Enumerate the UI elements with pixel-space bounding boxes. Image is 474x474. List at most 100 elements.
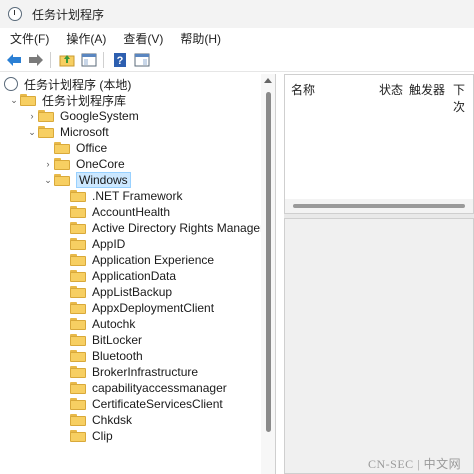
tree-item[interactable]: Clip xyxy=(58,428,113,444)
tree-vertical-scrollbar[interactable] xyxy=(261,74,275,474)
chevron-right-icon[interactable]: › xyxy=(26,110,38,122)
chevron-down-icon[interactable]: ⌄ xyxy=(8,94,20,106)
tree-library-label: 任务计划程序库 xyxy=(42,93,127,108)
tree-item-label: AccountHealth xyxy=(92,205,171,219)
folder-icon xyxy=(70,270,86,282)
column-header-status[interactable]: 状态 xyxy=(379,81,403,98)
forward-button[interactable] xyxy=(26,50,46,70)
tree-item[interactable]: .NET Framework xyxy=(58,188,182,204)
folder-icon xyxy=(38,110,54,122)
tree-item[interactable]: ApplicationData xyxy=(58,268,176,284)
tree-item-label: Bluetooth xyxy=(92,349,143,363)
tree-item[interactable]: ⌄ Windows xyxy=(42,172,131,188)
console-tree-icon xyxy=(81,53,97,66)
scroll-up-arrow-icon[interactable] xyxy=(264,78,272,83)
watermark: CN-SEC | 中文网 xyxy=(368,457,462,471)
tree-item[interactable]: AppxDeploymentClient xyxy=(58,300,214,316)
tree-item[interactable]: › GoogleSystem xyxy=(26,108,139,124)
tree-item[interactable]: AppID xyxy=(58,236,125,252)
folder-icon xyxy=(70,430,86,442)
help-icon: ? xyxy=(114,52,126,67)
column-header-next-run[interactable]: 下次 xyxy=(453,81,473,115)
menu-help[interactable]: 帮助(H) xyxy=(173,30,228,47)
tree-item-label: AppxDeploymentClient xyxy=(92,301,215,315)
show-hide-console-tree-button[interactable] xyxy=(79,50,99,70)
clock-icon xyxy=(4,77,18,91)
tree-item[interactable]: CertificateServicesClient xyxy=(58,396,223,412)
folder-up-icon xyxy=(59,54,75,66)
tree-item-label: Clip xyxy=(92,429,113,443)
tree-item[interactable]: Office xyxy=(42,140,107,156)
tree-item[interactable]: › OneCore xyxy=(42,156,125,172)
tree-root-label: 任务计划程序 (本地) xyxy=(24,77,132,92)
tree-item[interactable]: Active Directory Rights Management xyxy=(58,220,276,236)
tree-item[interactable]: Application Experience xyxy=(58,252,214,268)
toolbar-separator xyxy=(50,51,51,68)
tree-library[interactable]: ⌄ 任务计划程序库 xyxy=(8,92,126,108)
folder-icon xyxy=(70,254,86,266)
up-folder-button[interactable] xyxy=(57,50,77,70)
folder-icon xyxy=(38,126,54,138)
tree-item-label: ApplicationData xyxy=(92,269,177,283)
menu-bar: 文件(F) 操作(A) 查看(V) 帮助(H) xyxy=(0,28,474,48)
tree-item[interactable]: Autochk xyxy=(58,316,135,332)
menu-action[interactable]: 操作(A) xyxy=(59,30,113,47)
tree-item-label: BitLocker xyxy=(92,333,143,347)
folder-icon xyxy=(70,398,86,410)
folder-icon xyxy=(70,334,86,346)
tree-item-label: AppListBackup xyxy=(92,285,173,299)
svg-text:?: ? xyxy=(117,55,124,67)
tree-item-label: Windows xyxy=(76,172,131,188)
toolbar-separator xyxy=(103,51,104,68)
menu-view[interactable]: 查看(V) xyxy=(116,30,170,47)
tree-item-label: GoogleSystem xyxy=(60,109,139,123)
tree-item[interactable]: Chkdsk xyxy=(58,412,132,428)
console-tree[interactable]: 任务计划程序 (本地) ⌄ 任务计划程序库 › GoogleSystem ⌄ Micr… xyxy=(0,74,276,474)
scrollbar-thumb[interactable] xyxy=(266,92,271,432)
chevron-down-icon[interactable]: ⌄ xyxy=(26,126,38,138)
tree-item[interactable]: AppListBackup xyxy=(58,284,172,300)
tree-root[interactable]: 任务计划程序 (本地) xyxy=(4,76,131,92)
column-header-name[interactable]: 名称 xyxy=(291,81,315,98)
help-button[interactable]: ? xyxy=(110,50,130,70)
menu-file[interactable]: 文件(F) xyxy=(3,30,56,47)
tree-item-label: .NET Framework xyxy=(92,189,183,203)
folder-icon xyxy=(70,414,86,426)
tree-item[interactable]: ⌄ Microsoft xyxy=(26,124,108,140)
library-folder-icon xyxy=(20,94,36,106)
folder-icon xyxy=(70,206,86,218)
forward-arrow-icon xyxy=(29,53,43,66)
chevron-right-icon[interactable]: › xyxy=(42,158,54,170)
show-hide-action-pane-button[interactable] xyxy=(132,50,152,70)
folder-icon xyxy=(70,302,86,314)
tree-item[interactable]: capabilityaccessmanager xyxy=(58,380,227,396)
back-button[interactable] xyxy=(4,50,24,70)
task-list-pane[interactable]: 名称 状态 触发器 下次 xyxy=(284,74,474,214)
task-details-pane xyxy=(284,218,474,474)
tree-item[interactable]: BrokerInfrastructure xyxy=(58,364,198,380)
scrollbar-thumb[interactable] xyxy=(293,204,465,208)
folder-icon xyxy=(70,366,86,378)
tree-item-label: Active Directory Rights Management xyxy=(92,221,276,235)
chevron-down-icon[interactable]: ⌄ xyxy=(42,174,54,186)
folder-icon xyxy=(54,158,70,170)
window-title: 任务计划程序 xyxy=(32,7,105,22)
task-list-horizontal-scrollbar[interactable] xyxy=(285,199,473,213)
tree-item[interactable]: Bluetooth xyxy=(58,348,143,364)
tree-item-label: capabilityaccessmanager xyxy=(92,381,227,395)
column-header-triggers[interactable]: 触发器 xyxy=(409,81,445,98)
tree-item[interactable]: BitLocker xyxy=(58,332,142,348)
tree-item-label: AppID xyxy=(92,237,126,251)
tree-item[interactable]: AccountHealth xyxy=(58,204,170,220)
